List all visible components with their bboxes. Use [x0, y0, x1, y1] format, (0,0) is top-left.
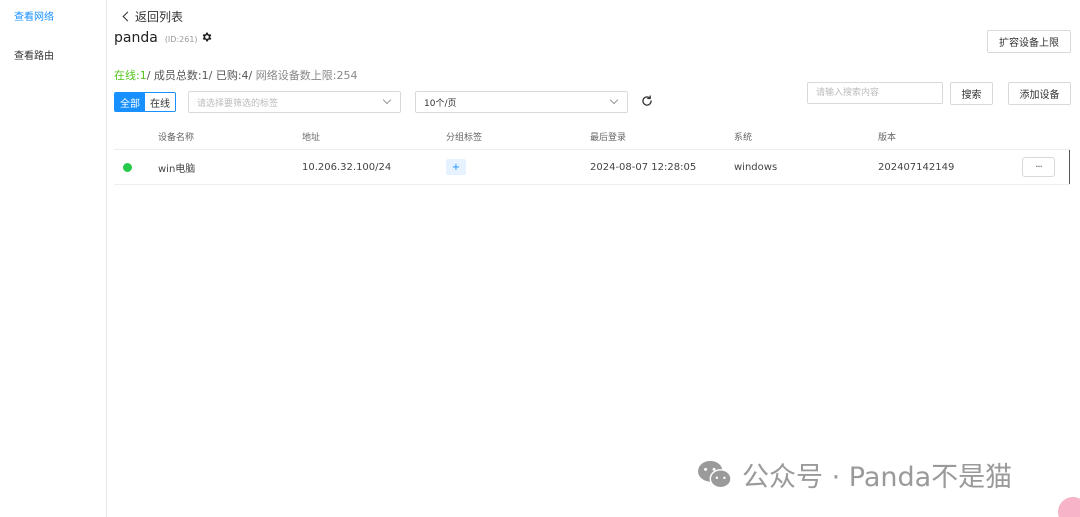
device-last-login: 2024-08-07 12:28:05	[590, 161, 697, 173]
status-filter-toggle: 全部 在线	[114, 92, 176, 112]
watermark: 公众号 · Panda不是猫	[696, 455, 1012, 494]
chevron-down-icon	[609, 95, 619, 105]
tag-cell: +	[446, 150, 466, 184]
more-cell: ···	[1022, 150, 1055, 184]
network-stats: 在线:1/ 成员总数:1/ 已购:4/ 网络设备数上限:254	[114, 67, 357, 83]
back-label: 返回列表	[135, 10, 184, 24]
table-header: 设备名称 地址 分组标签 最后登录 系统 版本	[114, 124, 1070, 150]
search-button[interactable]: 搜索	[950, 82, 993, 105]
sidebar: 查看网络 查看路由	[0, 0, 107, 517]
device-table: 设备名称 地址 分组标签 最后登录 系统 版本 win电脑 10.206.32.…	[114, 124, 1070, 185]
page-size-select[interactable]: 10个/页	[415, 91, 628, 113]
device-limit: 网络设备数上限:254	[252, 69, 358, 82]
device-name: win电脑	[158, 163, 196, 175]
header-group-tags: 分组标签	[446, 133, 483, 143]
device-version: 202407142149	[878, 161, 955, 173]
header-last-login: 最后登录	[590, 133, 627, 143]
header-system: 系统	[734, 133, 753, 143]
filter-all-button[interactable]: 全部	[115, 93, 145, 111]
device-address: 10.206.32.100/24	[302, 161, 392, 173]
network-id: (ID:261)	[164, 35, 198, 44]
online-count: 在线:1	[114, 69, 147, 82]
chevron-left-icon	[122, 11, 133, 22]
expand-device-limit-button[interactable]: 扩容设备上限	[987, 30, 1071, 53]
sidebar-item-view-network[interactable]: 查看网络	[14, 8, 54, 23]
tag-filter-placeholder: 请选择要筛选的标签	[197, 98, 279, 109]
add-device-button[interactable]: 添加设备	[1008, 82, 1071, 105]
table-row[interactable]: win电脑 10.206.32.100/24 + 2024-08-07 12:2…	[114, 150, 1070, 185]
status-cell	[123, 150, 132, 184]
scrollbar-edge	[1069, 150, 1070, 184]
more-actions-button[interactable]: ···	[1022, 157, 1055, 177]
online-status-icon	[123, 162, 132, 172]
back-to-list-link[interactable]: 返回列表	[122, 8, 183, 25]
header-device-name: 设备名称	[158, 133, 195, 143]
header-address: 地址	[302, 133, 321, 143]
filter-online-button[interactable]: 在线	[145, 93, 175, 111]
page-size-value: 10个/页	[424, 98, 457, 109]
gear-icon[interactable]	[200, 30, 214, 44]
watermark-text: 公众号 · Panda不是猫	[742, 462, 1013, 493]
search-input[interactable]	[807, 82, 943, 104]
device-system: windows	[734, 161, 778, 173]
refresh-icon[interactable]	[640, 93, 656, 109]
add-tag-button[interactable]: +	[446, 159, 466, 175]
chevron-down-icon	[382, 95, 392, 105]
sidebar-item-view-route[interactable]: 查看路由	[14, 47, 54, 62]
wechat-icon	[698, 460, 732, 488]
tag-filter-select[interactable]: 请选择要筛选的标签	[188, 91, 401, 113]
main-content: 返回列表 panda (ID:261) 扩容设备上限 在线:1/ 成员总数:1/…	[107, 0, 1080, 517]
network-name: panda	[114, 30, 158, 46]
member-stats: / 成员总数:1/ 已购:4/	[146, 69, 253, 82]
header-version: 版本	[878, 133, 897, 143]
network-title: panda (ID:261)	[114, 30, 198, 46]
